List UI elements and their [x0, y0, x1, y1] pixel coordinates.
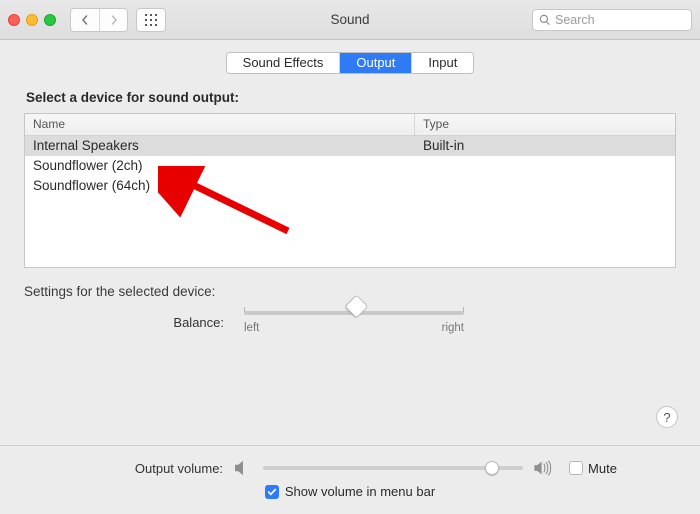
device-type	[415, 176, 675, 196]
speaker-high-icon	[533, 460, 553, 476]
window-toolbar: Sound Search	[0, 0, 700, 40]
balance-label: Balance:	[154, 315, 224, 330]
device-type: Built-in	[415, 136, 675, 156]
balance-right-caption: right	[442, 322, 464, 334]
tab-output[interactable]: Output	[339, 53, 411, 73]
zoom-window-button[interactable]	[44, 14, 56, 26]
balance-left-caption: left	[244, 322, 259, 334]
device-name: Soundflower (64ch)	[25, 176, 415, 196]
close-window-button[interactable]	[8, 14, 20, 26]
nav-back-forward	[70, 8, 128, 32]
checkbox-icon	[569, 461, 583, 475]
search-icon	[539, 14, 551, 26]
tab-input[interactable]: Input	[411, 53, 473, 73]
device-name: Soundflower (2ch)	[25, 156, 415, 176]
settings-heading: Settings for the selected device:	[24, 284, 676, 299]
tab-sound-effects[interactable]: Sound Effects	[227, 53, 340, 73]
minimize-window-button[interactable]	[26, 14, 38, 26]
mute-checkbox[interactable]: Mute	[569, 461, 617, 476]
table-row[interactable]: Internal Speakers Built-in	[25, 136, 675, 156]
search-placeholder: Search	[555, 13, 595, 27]
volume-thumb[interactable]	[485, 461, 499, 475]
table-row[interactable]: Soundflower (2ch)	[25, 156, 675, 176]
table-row[interactable]: Soundflower (64ch)	[25, 176, 675, 196]
back-button[interactable]	[71, 9, 99, 31]
show-all-button[interactable]	[136, 8, 166, 32]
device-table: Name Type Internal Speakers Built-in Sou…	[24, 113, 676, 268]
balance-slider[interactable]	[244, 311, 464, 315]
select-device-heading: Select a device for sound output:	[26, 90, 676, 105]
output-panel: Select a device for sound output: Name T…	[0, 90, 700, 334]
footer: Output volume: Mute Show volume in menu …	[0, 452, 700, 514]
column-header-name[interactable]: Name	[25, 114, 415, 135]
output-volume-label: Output volume:	[83, 461, 223, 476]
check-icon	[267, 487, 277, 497]
forward-button[interactable]	[99, 9, 127, 31]
show-in-menubar-label: Show volume in menu bar	[285, 484, 435, 499]
traffic-lights	[8, 14, 56, 26]
help-button[interactable]: ?	[656, 406, 678, 428]
mute-label: Mute	[588, 461, 617, 476]
search-field[interactable]: Search	[532, 9, 692, 31]
speaker-low-icon	[233, 460, 253, 476]
balance-control: Balance: left right	[24, 311, 676, 334]
column-header-type[interactable]: Type	[415, 114, 675, 135]
device-name: Internal Speakers	[25, 136, 415, 156]
divider	[0, 445, 700, 446]
tab-bar: Sound Effects Output Input	[0, 40, 700, 84]
device-type	[415, 156, 675, 176]
show-in-menubar-checkbox[interactable]	[265, 485, 279, 499]
table-header: Name Type	[25, 114, 675, 136]
output-volume-slider[interactable]	[263, 458, 523, 478]
